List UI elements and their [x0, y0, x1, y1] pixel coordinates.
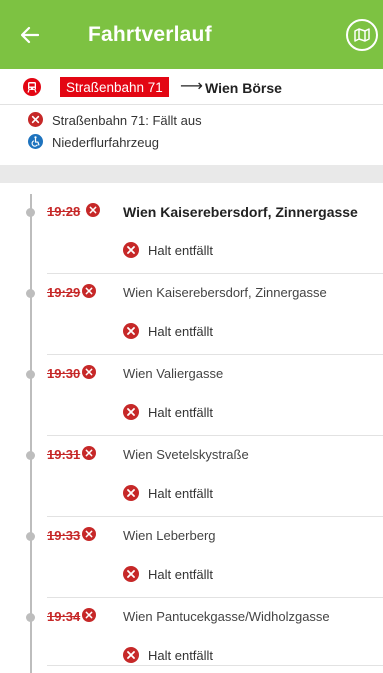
- cancel-circle-icon: [82, 365, 96, 379]
- notice-low-floor: Niederflurfahrzeug: [0, 132, 383, 152]
- stop-name: Wien Leberberg: [123, 528, 216, 543]
- timeline-dot: [26, 289, 35, 298]
- map-icon: [354, 28, 370, 42]
- timeline-dot: [26, 613, 35, 622]
- stop-time: 19:30: [47, 366, 81, 381]
- stop-row[interactable]: 19:30 Wien Valiergasse Halt entfällt: [0, 360, 383, 441]
- stop-name: Wien Kaiserebersdorf, Zinnergasse: [123, 204, 358, 220]
- notices: Straßenbahn 71: Fällt aus Niederflurfahr…: [0, 105, 383, 155]
- stop-time: 19:29: [47, 285, 81, 300]
- row-divider: [47, 273, 383, 274]
- direction-arrow: ⟶: [180, 78, 203, 95]
- stop-name: Wien Svetelskystraße: [123, 447, 249, 462]
- cancel-circle-icon: [123, 485, 139, 501]
- stop-name: Wien Kaiserebersdorf, Zinnergasse: [123, 285, 327, 300]
- stop-time: 19:28: [47, 204, 81, 219]
- stop-status: Halt entfällt: [148, 567, 214, 582]
- stop-name: Wien Valiergasse: [123, 366, 224, 381]
- stop-row[interactable]: 19:29 Wien Kaiserebersdorf, Zinnergasse …: [0, 279, 383, 360]
- stop-time: 19:33: [47, 528, 81, 543]
- destination-label: Wien Börse: [205, 80, 282, 96]
- cancel-circle-icon: [123, 323, 139, 339]
- cancel-circle-icon: [82, 608, 96, 622]
- stop-status: Halt entfällt: [148, 324, 214, 339]
- stop-row[interactable]: 19:31 Wien Svetelskystraße Halt entfällt: [0, 441, 383, 522]
- stop-name: Wien Pantucekgasse/Widholzgasse: [123, 609, 330, 624]
- cancel-circle-icon: [123, 404, 139, 420]
- row-divider: [47, 354, 383, 355]
- notice-text: Niederflurfahrzeug: [52, 135, 159, 150]
- stop-status: Halt entfällt: [148, 486, 214, 501]
- wheelchair-icon: [28, 134, 43, 149]
- stop-status: Halt entfällt: [148, 648, 214, 663]
- cancel-circle-icon: [123, 647, 139, 663]
- stop-time: 19:34: [47, 609, 81, 624]
- cancel-circle-icon: [82, 446, 96, 460]
- cancel-circle-icon: [123, 242, 139, 258]
- cancel-circle-icon: [86, 203, 100, 217]
- cancel-circle-icon: [28, 112, 43, 127]
- cancel-circle-icon: [123, 566, 139, 582]
- back-button[interactable]: [0, 0, 60, 69]
- stop-status: Halt entfällt: [148, 405, 214, 420]
- stop-row[interactable]: 19:33 Wien Leberberg Halt entfällt: [0, 522, 383, 603]
- stop-row[interactable]: 19:28 Wien Kaiserebersdorf, Zinnergasse …: [0, 198, 383, 279]
- timeline-dot: [26, 208, 35, 217]
- app-bar: Fahrtverlauf: [0, 0, 383, 69]
- row-divider: [47, 435, 383, 436]
- stop-row[interactable]: 19:34 Wien Pantucekgasse/Widholzgasse Ha…: [0, 603, 383, 673]
- row-divider: [47, 665, 383, 666]
- timeline-dot: [26, 532, 35, 541]
- line-badge: Straßenbahn 71: [60, 77, 169, 97]
- page-title: Fahrtverlauf: [88, 22, 212, 46]
- tram-icon: [23, 78, 41, 96]
- row-divider: [47, 516, 383, 517]
- cancel-circle-icon: [82, 527, 96, 541]
- map-button[interactable]: [346, 19, 378, 51]
- timeline-dot: [26, 451, 35, 460]
- route-header: Straßenbahn 71 ⟶ Wien Börse: [0, 69, 383, 105]
- arrow-left-icon: [21, 26, 39, 43]
- cancel-circle-icon: [82, 284, 96, 298]
- notice-cancellation: Straßenbahn 71: Fällt aus: [0, 110, 383, 130]
- stop-status: Halt entfällt: [148, 243, 214, 258]
- stop-time: 19:31: [47, 447, 81, 462]
- section-divider: [0, 165, 383, 183]
- timeline-dot: [26, 370, 35, 379]
- notice-text: Straßenbahn 71: Fällt aus: [52, 113, 202, 128]
- row-divider: [47, 597, 383, 598]
